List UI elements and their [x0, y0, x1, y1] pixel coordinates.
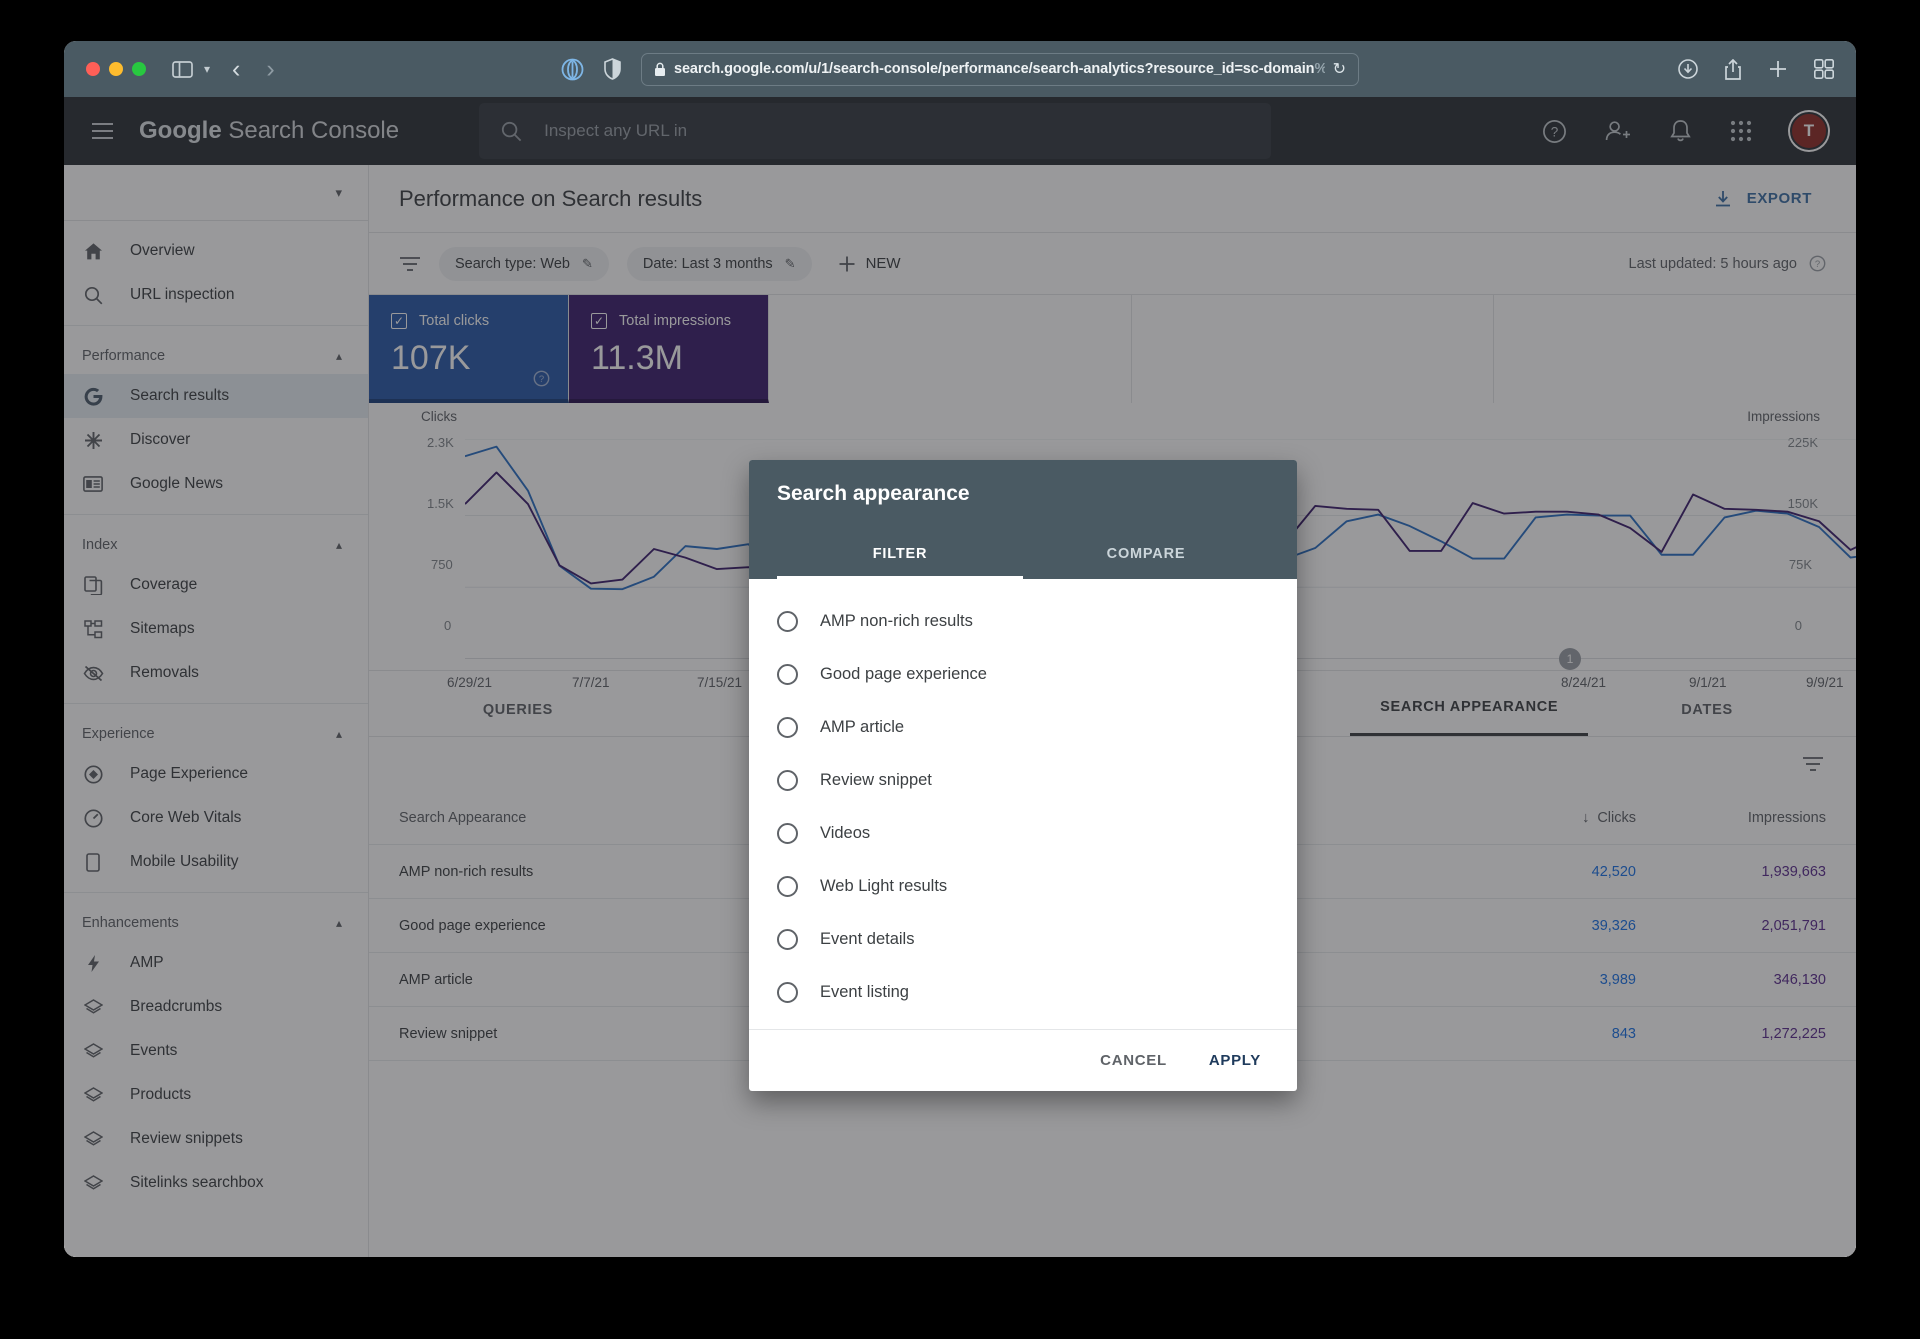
- radio-icon[interactable]: [777, 823, 798, 844]
- option-amp-article[interactable]: AMP article: [749, 701, 1297, 754]
- radio-icon[interactable]: [777, 664, 798, 685]
- sidebar-dropdown-icon[interactable]: ▾: [204, 62, 210, 76]
- close-window-button[interactable]: [86, 62, 100, 76]
- radio-icon[interactable]: [777, 876, 798, 897]
- dialog-footer: CANCEL APPLY: [749, 1029, 1297, 1091]
- radio-icon[interactable]: [777, 982, 798, 1003]
- search-appearance-dialog: Search appearance FILTER COMPARE AMP non…: [749, 460, 1297, 1091]
- dialog-options-list: AMP non-rich results Good page experienc…: [749, 579, 1297, 1029]
- tab-overview-icon[interactable]: [1814, 59, 1834, 79]
- option-label: Event listing: [820, 983, 909, 1001]
- radio-icon[interactable]: [777, 717, 798, 738]
- sidebar-toggle-icon: [172, 60, 193, 78]
- cancel-button[interactable]: CANCEL: [1086, 1042, 1181, 1079]
- option-label: Good page experience: [820, 665, 987, 683]
- radio-icon[interactable]: [777, 611, 798, 632]
- option-label: Event details: [820, 930, 915, 948]
- option-event-listing[interactable]: Event listing: [749, 966, 1297, 1019]
- address-bar-area: search.google.com/u/1/search-console/per…: [64, 52, 1856, 86]
- option-web-light-results[interactable]: Web Light results: [749, 860, 1297, 913]
- dialog-title: Search appearance: [777, 482, 970, 505]
- radio-icon[interactable]: [777, 770, 798, 791]
- minimize-window-button[interactable]: [109, 62, 123, 76]
- url-text: search.google.com/u/1/search-console/per…: [674, 61, 1325, 77]
- option-event-details[interactable]: Event details: [749, 913, 1297, 966]
- sidebar-toggle-button[interactable]: ▾: [172, 60, 210, 78]
- browser-titlebar: ▾ ‹ › search.google.com/u/1/search-conso…: [64, 41, 1856, 97]
- option-good-page-experience[interactable]: Good page experience: [749, 648, 1297, 701]
- url-bar[interactable]: search.google.com/u/1/search-console/per…: [641, 52, 1359, 86]
- lock-icon: [654, 62, 666, 77]
- browser-window: ▾ ‹ › search.google.com/u/1/search-conso…: [64, 41, 1856, 1257]
- apply-button[interactable]: APPLY: [1195, 1042, 1275, 1079]
- reader-icon[interactable]: [561, 58, 584, 81]
- option-label: Web Light results: [820, 877, 948, 895]
- option-review-snippet[interactable]: Review snippet: [749, 754, 1297, 807]
- navigation-arrows[interactable]: ‹ ›: [232, 56, 275, 82]
- titlebar-right-actions: [1678, 58, 1834, 80]
- desktop-background: ▾ ‹ › search.google.com/u/1/search-conso…: [0, 0, 1920, 1339]
- radio-icon[interactable]: [777, 929, 798, 950]
- plus-icon[interactable]: [1768, 59, 1788, 79]
- back-chevron-icon[interactable]: ‹: [232, 56, 240, 82]
- dialog-tab-compare[interactable]: COMPARE: [1023, 532, 1269, 579]
- reload-icon[interactable]: ↻: [1333, 59, 1346, 79]
- window-controls[interactable]: [86, 62, 146, 76]
- option-label: Review snippet: [820, 771, 932, 789]
- option-label: AMP non-rich results: [820, 612, 973, 630]
- maximize-window-button[interactable]: [132, 62, 146, 76]
- option-amp-non-rich-results[interactable]: AMP non-rich results: [749, 595, 1297, 648]
- search-console-app: Google Search Console Inspect any URL in…: [64, 97, 1856, 1257]
- option-label: Videos: [820, 824, 871, 842]
- dialog-header: Search appearance FILTER COMPARE: [749, 460, 1297, 579]
- forward-chevron-icon[interactable]: ›: [266, 56, 274, 82]
- shield-icon[interactable]: [604, 58, 621, 80]
- download-icon[interactable]: [1678, 59, 1698, 79]
- option-label: AMP article: [820, 718, 905, 736]
- dialog-tab-filter[interactable]: FILTER: [777, 532, 1023, 579]
- dialog-tabs: FILTER COMPARE: [777, 532, 1269, 579]
- share-icon[interactable]: [1724, 58, 1742, 80]
- option-videos[interactable]: Videos: [749, 807, 1297, 860]
